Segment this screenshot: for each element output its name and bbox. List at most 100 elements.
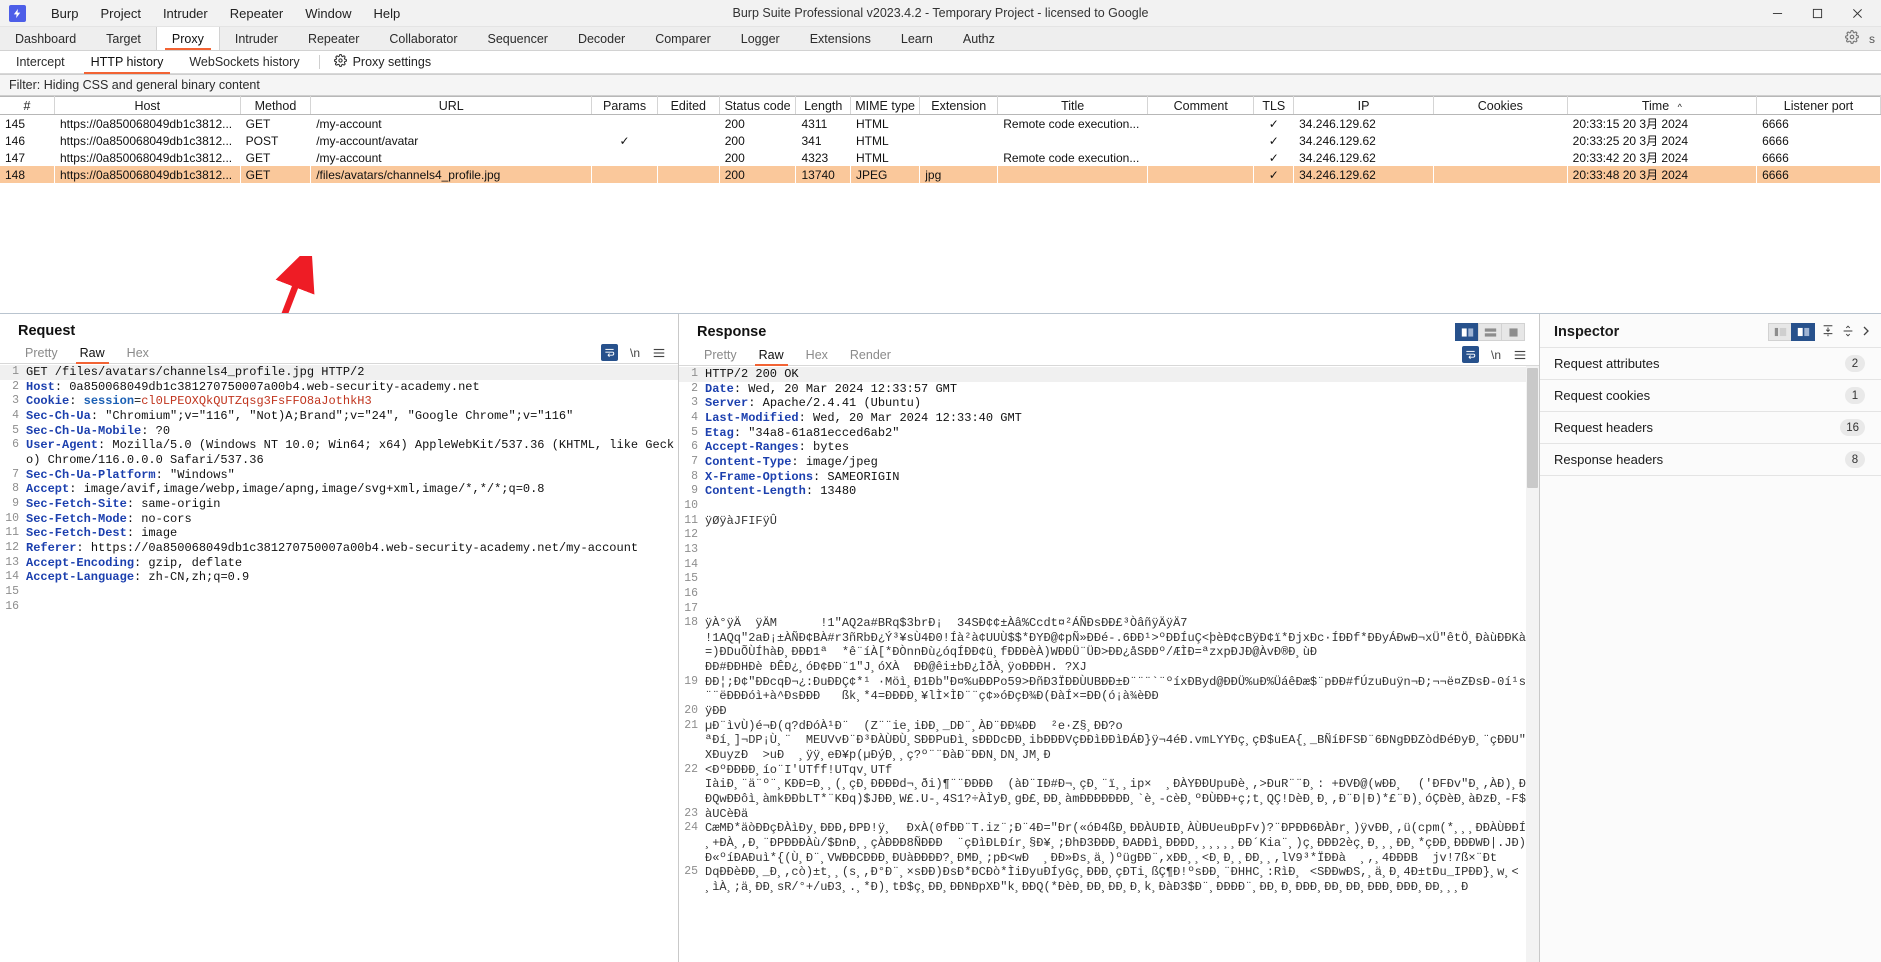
col-header-length[interactable]: Length [795, 96, 851, 115]
main-tabs-right-tools: s [1845, 27, 1881, 50]
tab-logger[interactable]: Logger [726, 27, 795, 50]
word-wrap-icon[interactable] [1461, 346, 1479, 363]
panel-left-icon[interactable] [1768, 323, 1792, 341]
cell-cookies [1433, 166, 1567, 183]
response-tab-pretty[interactable]: Pretty [693, 344, 748, 366]
menu-intruder[interactable]: Intruder [152, 3, 219, 24]
settings-gear-icon[interactable] [1845, 30, 1859, 47]
menu-project[interactable]: Project [89, 3, 151, 24]
inspector-row-response-headers[interactable]: Response headers 8 [1540, 443, 1881, 475]
http-history-table-container: # Host Method URL Params Edited Status c… [0, 96, 1881, 314]
col-header-ip[interactable]: IP [1293, 96, 1434, 115]
newline-toggle[interactable]: \n [1491, 348, 1501, 362]
col-header-time[interactable]: Time ^ [1567, 96, 1758, 115]
cell-port: 6666 [1762, 133, 1789, 148]
col-header-num[interactable]: # [0, 96, 55, 115]
filter-bar[interactable]: Filter: Hiding CSS and general binary co… [0, 74, 1881, 96]
subtab-intercept[interactable]: Intercept [3, 51, 78, 74]
col-header-listener-port[interactable]: Listener port [1756, 96, 1881, 115]
request-tab-raw[interactable]: Raw [69, 342, 116, 364]
close-button[interactable] [1837, 0, 1877, 26]
hamburger-icon[interactable] [1513, 348, 1527, 362]
col-header-comment[interactable]: Comment [1147, 96, 1255, 115]
single-pane-icon[interactable] [1501, 323, 1525, 341]
response-tab-hex[interactable]: Hex [795, 344, 839, 366]
chevron-right-icon[interactable] [1861, 325, 1871, 340]
word-wrap-icon[interactable] [600, 344, 618, 361]
hamburger-icon[interactable] [652, 346, 666, 360]
response-tab-raw[interactable]: Raw [748, 344, 795, 366]
col-header-extension[interactable]: Extension [919, 96, 999, 115]
tab-target[interactable]: Target [91, 27, 156, 50]
line-text: Accept-Encoding: gzip, deflate [26, 555, 243, 570]
table-row[interactable]: 145 https://0a850068049db1c3812... GET /… [0, 115, 1881, 133]
col-header-host[interactable]: Host [54, 96, 241, 115]
col-header-title[interactable]: Title [997, 96, 1149, 115]
proxy-settings-button[interactable]: Proxy settings [326, 54, 440, 70]
split-vertical-icon[interactable] [1455, 323, 1479, 341]
cell-comment [1148, 132, 1254, 149]
menu-help[interactable]: Help [362, 3, 411, 24]
subtab-http-history[interactable]: HTTP history [78, 51, 177, 74]
inspector-row-request-attributes[interactable]: Request attributes 2 [1540, 347, 1881, 379]
response-tab-render[interactable]: Render [839, 344, 902, 366]
menu-repeater[interactable]: Repeater [219, 3, 294, 24]
tab-authz[interactable]: Authz [948, 27, 1010, 50]
table-row[interactable]: 146 https://0a850068049db1c3812... POST … [0, 132, 1881, 149]
line-number: 3 [12, 394, 19, 408]
collapse-all-icon[interactable] [1821, 324, 1835, 341]
menu-window[interactable]: Window [294, 3, 362, 24]
tab-decoder[interactable]: Decoder [563, 27, 640, 50]
subtab-websockets-history[interactable]: WebSockets history [176, 51, 312, 74]
cell-status: 200 [724, 167, 745, 182]
table-row[interactable]: 147 https://0a850068049db1c3812... GET /… [0, 149, 1881, 166]
response-scrollbar-thumb[interactable] [1527, 368, 1538, 488]
newline-toggle[interactable]: \n [630, 346, 640, 360]
maximize-button[interactable] [1797, 0, 1837, 26]
col-header-time-label: Time [1641, 98, 1670, 113]
col-header-method[interactable]: Method [240, 96, 312, 115]
request-line: 16 [0, 600, 678, 615]
panel-right-icon[interactable] [1791, 323, 1815, 341]
cell-edited [657, 132, 719, 149]
response-line: 18 ÿÀ°ÿÄ ÿÄM !1"AQ2a#BRq$3brÐ¡ 34SÐ¢¢±Àâ%… [679, 616, 1539, 675]
col-header-edited[interactable]: Edited [657, 96, 720, 115]
request-line: 8 Accept: image/avif,image/webp,image/apn… [0, 482, 678, 497]
request-tab-pretty[interactable]: Pretty [14, 342, 69, 364]
tab-comparer[interactable]: Comparer [640, 27, 726, 50]
minimize-button[interactable] [1757, 0, 1797, 26]
tab-collaborator[interactable]: Collaborator [374, 27, 472, 50]
response-scrollbar[interactable] [1526, 366, 1539, 962]
table-row-selected[interactable]: 148 https://0a850068049db1c3812... GET /… [0, 166, 1881, 183]
line-text: ÿÀ°ÿÄ ÿÄM !1"AQ2a#BRq$3brÐ¡ 34SÐ¢¢±Àâ%Cc… [705, 616, 1526, 675]
menu-burp[interactable]: Burp [40, 3, 89, 24]
col-header-status-code[interactable]: Status code [719, 96, 797, 115]
line-text: HTTP/2 200 OK [705, 367, 799, 381]
cell-status: 200 [724, 150, 745, 165]
tab-extensions[interactable]: Extensions [795, 27, 886, 50]
tab-learn[interactable]: Learn [886, 27, 948, 50]
inspector-row-request-headers[interactable]: Request headers 16 [1540, 411, 1881, 443]
request-line: 6 User-Agent: Mozilla/5.0 (Windows NT 10.… [0, 438, 678, 467]
tab-sequencer[interactable]: Sequencer [472, 27, 562, 50]
tab-dashboard[interactable]: Dashboard [0, 27, 91, 50]
response-line: 8 X-Frame-Options: SAMEORIGIN [679, 470, 1539, 485]
col-header-url[interactable]: URL [310, 96, 593, 115]
split-horizontal-icon[interactable] [1478, 323, 1502, 341]
tab-intruder[interactable]: Intruder [220, 27, 293, 50]
response-line: 3 Server: Apache/2.4.41 (Ubuntu) [679, 396, 1539, 411]
cell-host: https://0a850068049db1c3812... [59, 116, 233, 131]
response-code-area[interactable]: 1 HTTP/2 200 OK 2 Date: Wed, 20 Mar 2024 12… [679, 366, 1539, 962]
response-line: 20 ÿÐÐ [679, 704, 1539, 719]
col-header-mime-type[interactable]: MIME type [850, 96, 921, 115]
col-header-tls[interactable]: TLS [1253, 96, 1295, 115]
tab-proxy[interactable]: Proxy [155, 27, 220, 50]
inspector-row-request-cookies[interactable]: Request cookies 1 [1540, 379, 1881, 411]
col-header-cookies[interactable]: Cookies [1433, 96, 1568, 115]
request-code-area[interactable]: 1 GET /files/avatars/channels4_profile.jp… [0, 364, 678, 962]
tab-repeater[interactable]: Repeater [293, 27, 374, 50]
expand-all-icon[interactable] [1841, 324, 1855, 341]
cell-method: POST [245, 133, 279, 148]
request-tab-hex[interactable]: Hex [116, 342, 160, 364]
col-header-params[interactable]: Params [591, 96, 658, 115]
